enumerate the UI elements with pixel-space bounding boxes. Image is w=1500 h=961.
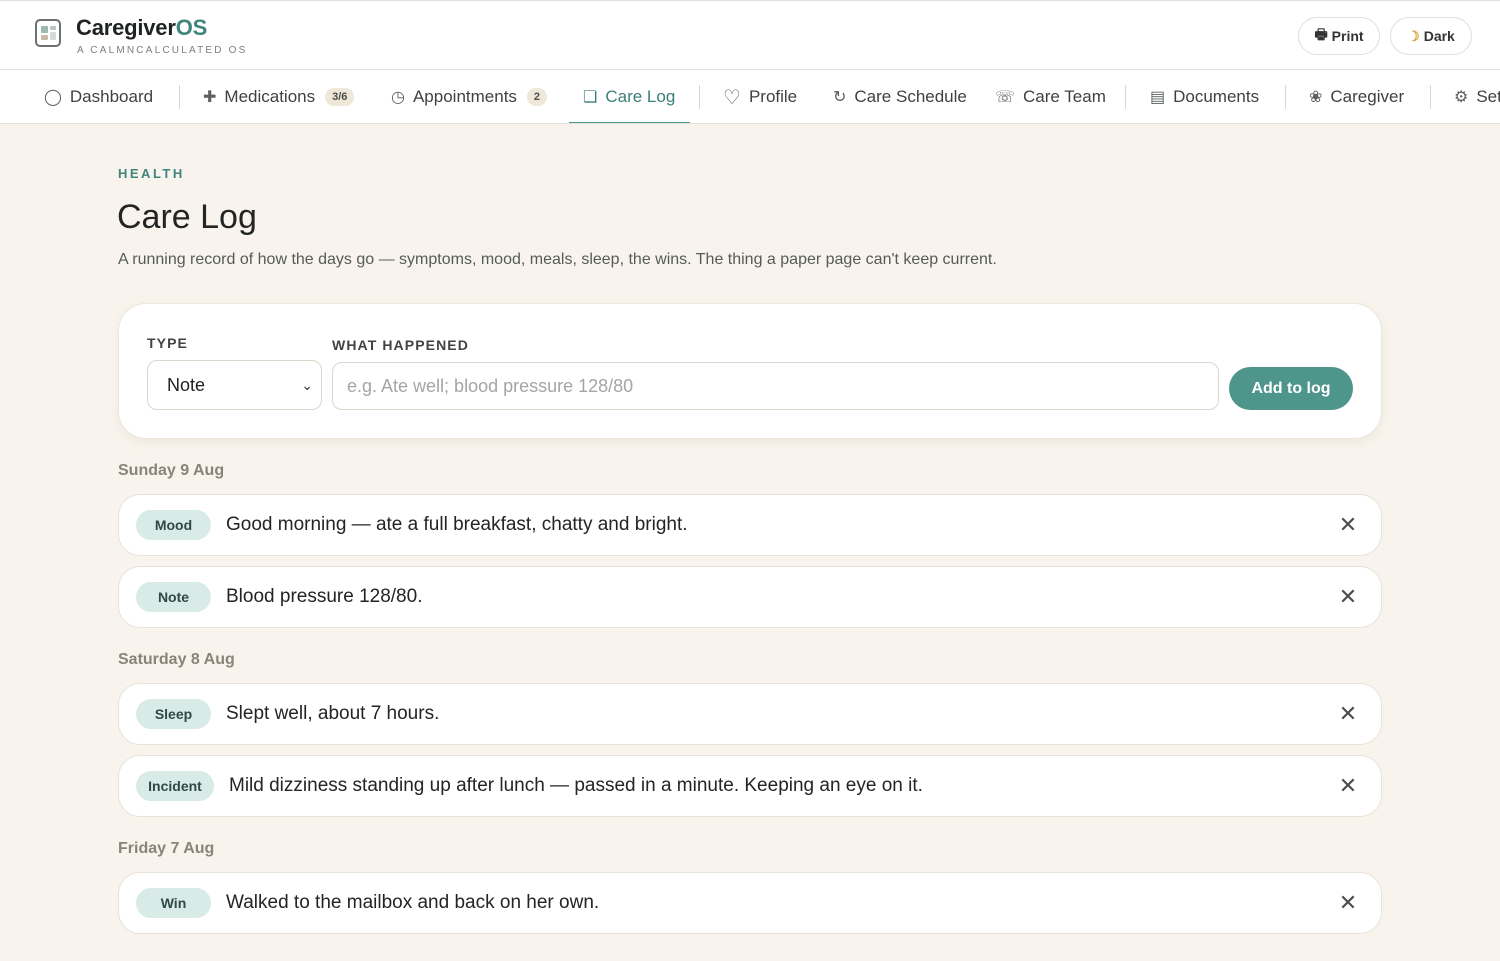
printer-icon: 🖶 — [1314, 26, 1328, 42]
dark-mode-button[interactable]: ☽ Dark — [1390, 17, 1472, 55]
phone-icon: ☏ — [995, 89, 1016, 106]
brand-accent: OS — [175, 15, 208, 40]
top-bar: CaregiverOS A CALMNCALCULATED OS 🖶 Print… — [0, 0, 1500, 70]
tab-appointments[interactable]: ◷ Appointments 2 — [391, 70, 548, 123]
gear-icon: ⚙ — [1454, 89, 1469, 106]
chevron-down-icon: ⌄ — [301, 377, 313, 393]
close-icon[interactable]: ✕ — [1335, 584, 1361, 610]
log-entry: Mood Good morning — ate a full breakfast… — [118, 494, 1382, 556]
print-button[interactable]: 🖶 Print — [1298, 17, 1380, 55]
what-happened-label: WHAT HAPPENED — [332, 337, 469, 353]
dashboard-icon: ◯ — [44, 89, 62, 106]
tab-label: Documents — [1173, 87, 1260, 106]
tab-care-schedule[interactable]: ↻ Care Schedule — [833, 70, 967, 123]
tab-label: Profile — [748, 87, 798, 106]
tab-label: Care Log — [605, 87, 676, 106]
close-icon[interactable]: ✕ — [1335, 890, 1361, 916]
app-tagline: A CALMNCALCULATED OS — [77, 45, 248, 56]
type-select[interactable]: Note ⌄ — [147, 360, 322, 410]
page-subtitle: A running record of how the days go — sy… — [118, 251, 997, 268]
log-entry: Incident Mild dizziness standing up afte… — [118, 755, 1382, 817]
tab-label: Medications — [224, 87, 316, 106]
tab-label: Appointments — [412, 87, 517, 106]
print-label: Print — [1331, 28, 1364, 44]
entry-type-badge: Mood — [136, 510, 211, 540]
clock-icon: ◷ — [391, 89, 405, 106]
count-badge: 3/6 — [325, 88, 355, 106]
log-entry: Note Blood pressure 128/80. ✕ — [118, 566, 1382, 628]
tab-medications[interactable]: ✚ Medications 3/6 — [203, 70, 355, 123]
count-badge: 2 — [526, 88, 548, 106]
what-happened-input[interactable] — [332, 362, 1219, 410]
tab-care-team[interactable]: ☏ Care Team — [995, 70, 1106, 123]
document-icon: ▤ — [1150, 89, 1166, 106]
day-heading: Saturday 8 Aug — [118, 651, 235, 668]
entry-text: Slept well, about 7 hours. — [226, 703, 440, 724]
moon-icon: ☽ — [1407, 27, 1420, 44]
tab-profile[interactable]: ♡ Profile — [723, 70, 798, 123]
add-to-log-button[interactable]: Add to log — [1229, 367, 1353, 410]
entry-type-badge: Win — [136, 888, 211, 918]
entry-text: Walked to the mailbox and back on her ow… — [226, 892, 600, 913]
day-heading: Friday 7 Aug — [118, 840, 215, 857]
log-entry: Win Walked to the mailbox and back on he… — [118, 872, 1382, 934]
entry-type-badge: Note — [136, 582, 211, 612]
dark-label: Dark — [1423, 28, 1455, 44]
log-entry: Sleep Slept well, about 7 hours. ✕ — [118, 683, 1382, 745]
tab-dashboard[interactable]: ◯ Dashboard — [44, 70, 154, 123]
flower-icon: ❀ — [1309, 89, 1323, 106]
entry-text: Blood pressure 128/80. — [226, 586, 423, 607]
section-eyebrow: HEALTH — [118, 166, 185, 181]
entry-type-badge: Incident — [136, 771, 214, 801]
heart-icon: ♡ — [723, 86, 741, 109]
entry-type-badge: Sleep — [136, 699, 211, 729]
tab-care-log[interactable]: ❏ Care Log — [568, 70, 691, 123]
page-title: Care Log — [117, 198, 257, 236]
entry-text: Good morning — ate a full breakfast, cha… — [226, 514, 688, 535]
tab-label: Settings — [1476, 87, 1500, 106]
notebook-icon: ❏ — [583, 89, 598, 106]
close-icon[interactable]: ✕ — [1335, 701, 1361, 727]
tab-label: Caregiver — [1330, 87, 1405, 106]
tab-label: Care Schedule — [854, 87, 967, 106]
type-selected-value: Note — [167, 374, 206, 395]
tab-caregiver[interactable]: ❀ Caregiver — [1309, 70, 1405, 123]
repeat-icon: ↻ — [833, 89, 847, 106]
day-heading: Sunday 9 Aug — [118, 462, 225, 479]
plus-icon: ✚ — [203, 89, 217, 106]
close-icon[interactable]: ✕ — [1335, 773, 1361, 799]
close-icon[interactable]: ✕ — [1335, 512, 1361, 538]
entry-text: Mild dizziness standing up after lunch —… — [229, 775, 923, 796]
brand-main: Caregiver — [76, 15, 176, 40]
tab-label: Care Team — [1023, 87, 1106, 106]
tab-documents[interactable]: ▤ Documents — [1150, 70, 1260, 123]
type-label: TYPE — [147, 335, 188, 351]
app-logo-icon — [35, 19, 61, 47]
main-nav: ◯ Dashboard ✚ Medications 3/6 ◷ Appointm… — [0, 70, 1500, 124]
tab-label: Dashboard — [69, 87, 154, 106]
tab-settings[interactable]: ⚙ Settings — [1454, 70, 1500, 123]
app-title: CaregiverOS — [76, 15, 207, 41]
